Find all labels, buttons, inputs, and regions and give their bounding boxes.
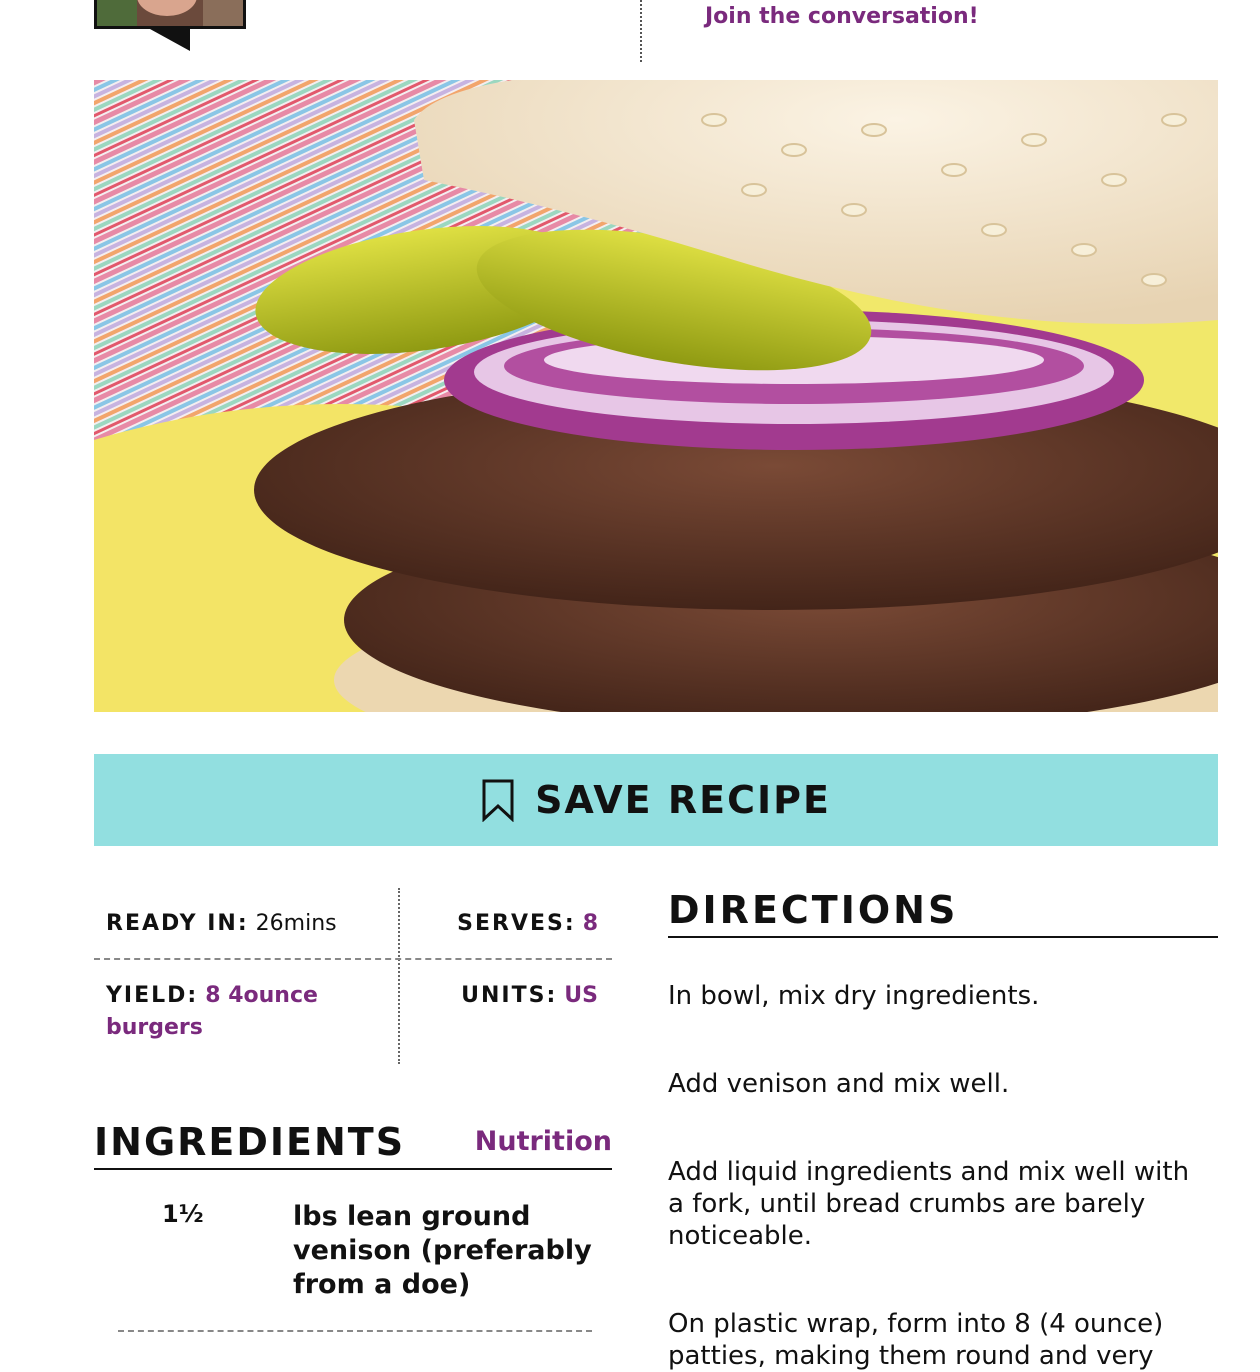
ready-in-value: 26mins <box>255 911 337 936</box>
header-divider <box>640 0 642 62</box>
directions-header: DIRECTIONS <box>668 888 1218 938</box>
ingredient-item: 1½ lbs lean ground venison (preferably f… <box>94 1200 612 1332</box>
recipe-hero-image <box>94 80 1218 712</box>
recipe-meta-grid: READY IN: 26mins SERVES: 8 YIELD: 8 4oun… <box>94 888 612 1064</box>
burger-illustration <box>94 80 1218 712</box>
ingredient-name: lbs lean ground venison (preferably from… <box>293 1201 592 1300</box>
ingredient-separator <box>118 1330 592 1332</box>
serves-label: SERVES: <box>457 911 576 936</box>
directions-title: DIRECTIONS <box>668 888 959 932</box>
save-recipe-button[interactable]: SAVE RECIPE <box>94 754 1218 846</box>
direction-step-2: Add venison and mix well. <box>668 1069 1010 1099</box>
avatar-bg-left <box>97 0 137 26</box>
serves-value[interactable]: 8 <box>583 911 598 936</box>
ingredients-title: INGREDIENTS <box>94 1120 406 1164</box>
yield-label: YIELD: <box>106 983 199 1008</box>
meta-vertical-divider <box>398 888 400 1064</box>
ingredient-quantity: 1½ <box>162 1200 204 1228</box>
save-recipe-label: SAVE RECIPE <box>535 778 831 822</box>
units: UNITS: US <box>461 980 598 1012</box>
bookmark-icon <box>482 779 514 822</box>
ready-in: READY IN: 26mins <box>106 908 337 940</box>
avatar-face <box>137 0 197 16</box>
avatar-speech-tail <box>150 29 190 51</box>
ingredients-header: INGREDIENTS Nutrition <box>94 1120 612 1170</box>
serves: SERVES: 8 <box>457 908 598 940</box>
meta-horizontal-divider <box>94 958 612 960</box>
units-label: UNITS: <box>461 983 558 1008</box>
author-avatar[interactable] <box>94 0 246 29</box>
join-conversation-link[interactable]: Join the conversation! <box>705 4 979 29</box>
nutrition-link[interactable]: Nutrition <box>475 1126 612 1157</box>
direction-step-4: On plastic wrap, form into 8 (4 ounce) p… <box>668 1309 1164 1371</box>
avatar-bg-right <box>203 0 243 26</box>
direction-step-3: Add liquid ingredients and mix well with… <box>668 1157 1190 1251</box>
units-value[interactable]: US <box>564 983 598 1008</box>
ready-in-label: READY IN: <box>106 911 249 936</box>
direction-step-1: In bowl, mix dry ingredients. <box>668 981 1040 1011</box>
yield: YIELD: 8 4ounce burgers <box>106 980 366 1044</box>
